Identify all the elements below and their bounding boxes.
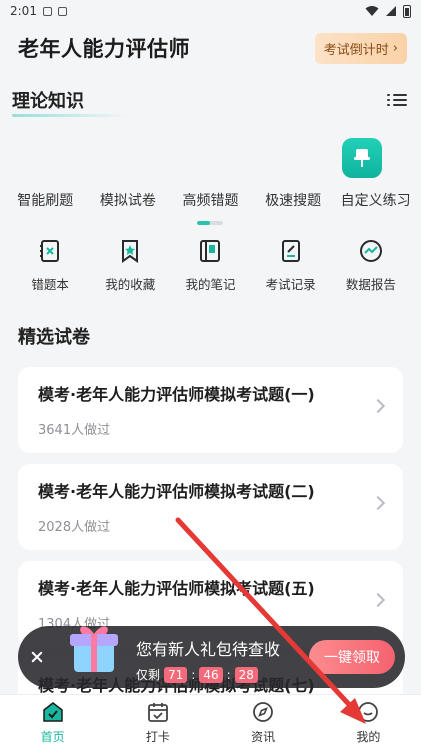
tool-label: 我的收藏 bbox=[105, 277, 156, 292]
timer-separator: : bbox=[191, 667, 196, 682]
bottom-nav: 首页 打卡 资讯 我的 bbox=[0, 694, 421, 750]
paper-card[interactable]: 模考·老年人能力评估师模拟考试题(一) 3641人做过 bbox=[18, 367, 403, 453]
new-user-gift-banner[interactable]: 您有新人礼包待查收 仅剩 71 : 46 : 28 一键领取 bbox=[18, 626, 405, 688]
app-title: 老年人能力评估师 bbox=[18, 37, 190, 61]
page-indicator-fill bbox=[197, 221, 210, 225]
home-icon bbox=[42, 702, 63, 722]
pin-icon bbox=[354, 149, 370, 167]
promo-text: 您有新人礼包待查收 仅剩 71 : 46 : 28 bbox=[136, 636, 280, 683]
practice-custom[interactable]: 自定义练习 bbox=[336, 190, 416, 210]
practice-smart-drill[interactable]: 智能刷题 bbox=[5, 190, 85, 210]
nav-label: 首页 bbox=[40, 730, 65, 744]
status-left: 2:01 bbox=[10, 4, 67, 18]
theory-section-header: 理论知识 bbox=[0, 84, 421, 117]
notebook-icon bbox=[200, 240, 221, 262]
page-indicator bbox=[197, 221, 223, 225]
paper-title: 模考·老年人能力评估师模拟考试题(五) bbox=[38, 579, 315, 598]
header: 老年人能力评估师 考试倒计时 › bbox=[0, 26, 421, 70]
battery-icon bbox=[403, 4, 411, 18]
data-report-icon bbox=[359, 240, 382, 262]
profile-icon bbox=[358, 702, 379, 722]
close-icon[interactable] bbox=[30, 650, 44, 664]
compass-icon bbox=[253, 702, 274, 722]
tool-label: 数据报告 bbox=[345, 277, 396, 292]
tool-label: 我的笔记 bbox=[185, 277, 236, 292]
status-time: 2:01 bbox=[10, 4, 37, 18]
tool-wrong-book[interactable]: 错题本 bbox=[12, 238, 88, 298]
list-menu-icon[interactable] bbox=[387, 92, 407, 108]
paper-title: 模考·老年人能力评估师模拟考试题(二) bbox=[38, 482, 315, 501]
paper-card[interactable]: 模考·老年人能力评估师模拟考试题(二) 2028人做过 bbox=[18, 464, 403, 550]
status-right bbox=[365, 4, 411, 18]
wifi-icon bbox=[365, 6, 379, 16]
bookmark-star-icon bbox=[122, 240, 139, 263]
tool-data-report[interactable]: 数据报告 bbox=[333, 238, 409, 298]
tool-exam-record[interactable]: 考试记录 bbox=[253, 238, 329, 298]
tool-favorites[interactable]: 我的收藏 bbox=[92, 238, 168, 298]
exam-record-icon bbox=[281, 240, 300, 262]
tools-row: 错题本 我的收藏 我的笔记 考试记录 数据报告 bbox=[0, 238, 421, 298]
timer-hours: 71 bbox=[164, 666, 188, 683]
practice-frequent-errors[interactable]: 高频错题 bbox=[170, 190, 250, 210]
status-bar: 2:01 bbox=[0, 0, 421, 22]
paper-count: 3641人做过 bbox=[38, 423, 111, 438]
featured-papers-title: 精选试卷 bbox=[18, 327, 90, 348]
claim-gift-button[interactable]: 一键领取 bbox=[309, 640, 395, 674]
tool-label: 错题本 bbox=[31, 277, 69, 292]
notification-icon bbox=[42, 6, 52, 16]
custom-practice-icon[interactable] bbox=[342, 138, 382, 178]
timer-seconds: 28 bbox=[234, 666, 258, 683]
remaining-label: 仅剩 bbox=[136, 668, 161, 682]
nav-profile[interactable]: 我的 bbox=[328, 700, 408, 745]
tool-notes[interactable]: 我的笔记 bbox=[172, 238, 248, 298]
exam-countdown-button[interactable]: 考试倒计时 › bbox=[314, 32, 407, 64]
paper-count: 2028人做过 bbox=[38, 520, 111, 535]
nav-label: 打卡 bbox=[145, 730, 170, 744]
nav-label: 资讯 bbox=[251, 730, 276, 744]
tool-label: 考试记录 bbox=[265, 277, 316, 292]
timer-separator: : bbox=[226, 667, 231, 682]
timer-minutes: 46 bbox=[199, 666, 223, 683]
practice-mock-paper[interactable]: 模拟试卷 bbox=[88, 190, 168, 210]
promo-timer: 仅剩 71 : 46 : 28 bbox=[136, 666, 280, 683]
calendar-check-icon bbox=[147, 703, 168, 722]
practice-modes: 智能刷题 模拟试卷 高频错题 极速搜题 自定义练习 bbox=[0, 188, 421, 212]
paper-title: 模考·老年人能力评估师模拟考试题(一) bbox=[38, 385, 315, 404]
wrong-book-icon bbox=[40, 240, 60, 262]
practice-quick-search[interactable]: 极速搜题 bbox=[253, 190, 333, 210]
nav-home[interactable]: 首页 bbox=[13, 700, 93, 745]
nav-label: 我的 bbox=[356, 730, 381, 744]
theory-title: 理论知识 bbox=[12, 87, 130, 117]
gift-box-icon bbox=[70, 626, 118, 672]
chevron-right-icon: › bbox=[392, 40, 398, 56]
countdown-label: 考试倒计时 bbox=[323, 42, 389, 58]
signal-icon bbox=[386, 6, 396, 16]
image-notification-icon bbox=[57, 6, 67, 16]
nav-check-in[interactable]: 打卡 bbox=[118, 700, 198, 745]
promo-message: 您有新人礼包待查收 bbox=[136, 640, 281, 659]
nav-news[interactable]: 资讯 bbox=[223, 700, 303, 745]
